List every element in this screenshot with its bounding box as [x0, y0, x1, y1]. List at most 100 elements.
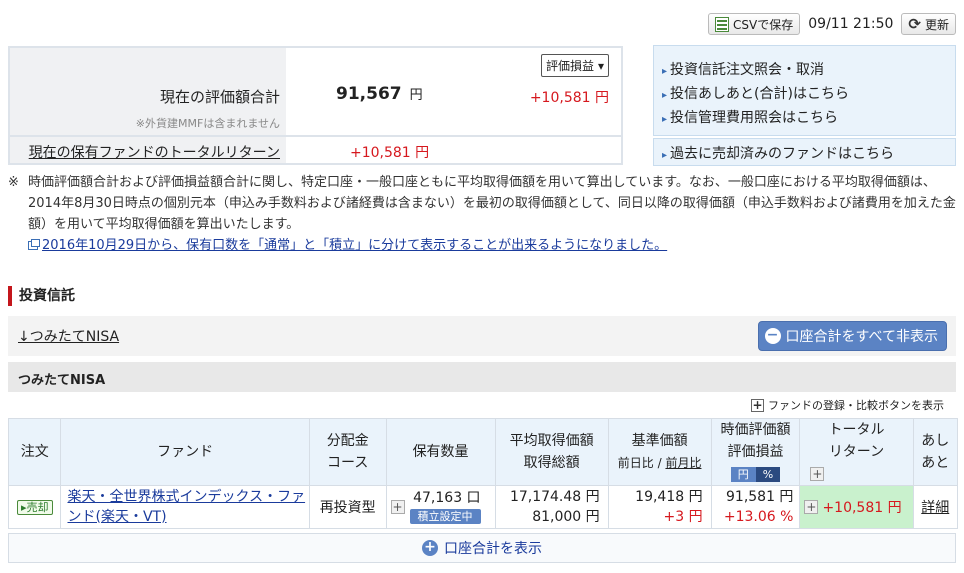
- section-title: 投資信託: [8, 286, 75, 306]
- order-cell: ▸売却: [7, 485, 62, 529]
- past-funds-link[interactable]: ▸ 過去に売却済みのファンドはこちら: [662, 143, 947, 167]
- eval-total-label: 現在の評価額合計: [159, 88, 280, 106]
- eval-mode-value: 評価損益: [545, 59, 594, 73]
- eval-mode-select[interactable]: 評価損益 ▾: [540, 54, 609, 77]
- col-market-value: 時価評価額 評価損益 円%: [710, 418, 801, 486]
- avg-price-cell: 17,174.48 円 81,000 円: [494, 485, 609, 529]
- last-updated-time: 09/11 21:50: [808, 16, 894, 32]
- csv-save-button[interactable]: CSVで保存: [708, 13, 801, 35]
- refresh-label: 更新: [924, 17, 949, 32]
- refresh-button[interactable]: ⟳ 更新: [901, 13, 956, 35]
- col-base-line1: 基準価額: [631, 433, 688, 449]
- base-sep: /: [653, 456, 666, 470]
- eval-total-unit: 円: [409, 88, 423, 103]
- footprint-cell: 詳細: [912, 485, 958, 529]
- display-change-notice-link[interactable]: 2016年10月29日から、保有口数を「通常」と「積立」に分けて表示することが出…: [28, 235, 667, 256]
- minus-circle-icon: −: [764, 328, 781, 344]
- arrow-right-icon: ▸: [662, 90, 668, 101]
- sell-button[interactable]: ▸売却: [16, 500, 53, 515]
- base-price-value: 19,418 円: [635, 489, 703, 505]
- fee-inquiry-link[interactable]: ▸ 投信管理費用照会はこちら: [662, 107, 947, 131]
- base-price-cell: 19,418 円 +3 円: [607, 485, 712, 529]
- quick-links-panel: ▸ 投資信託注文照会・取消 ▸ 投信あしあと(合計)はこちら ▸ 投信管理費用照会はこ…: [653, 45, 956, 167]
- summary-value-cell: 評価損益 ▾ 91,567 円 +10,581 円: [286, 48, 621, 135]
- note-mark: ※: [8, 175, 19, 190]
- col-base-price: 基準価額 前日比 / 前月比: [607, 418, 712, 486]
- total-return-link[interactable]: 現在の保有ファンドのトータルリターン: [29, 142, 280, 162]
- plus-icon: +: [751, 397, 764, 412]
- col-footprint: あし あと: [912, 418, 958, 486]
- note-text: 時価評価額合計および評価損益額合計に関し、特定口座・一般口座ともに平均取得価額を…: [28, 175, 956, 232]
- yen-pct-toggle: 円%: [730, 467, 781, 482]
- col-avg-line1: 平均取得価額: [509, 433, 594, 449]
- quick-links-top: ▸ 投資信託注文照会・取消 ▸ 投信あしあと(合計)はこちら ▸ 投信管理費用照会はこ…: [653, 45, 956, 136]
- eval-total: 91,567 円: [336, 84, 423, 104]
- quantity-value: 47,163 口: [413, 490, 481, 506]
- fund-name-link[interactable]: 楽天・全世界株式インデックス・ファンド(楽天・VT): [67, 489, 305, 525]
- tsumitate-badge[interactable]: 積立設定中: [409, 509, 481, 524]
- col-mkt-line1: 時価評価額: [720, 422, 791, 438]
- col-dist-line2: コース: [327, 455, 369, 471]
- hide-all-totals-button[interactable]: − 口座合計をすべて非表示: [757, 321, 947, 351]
- col-tr-line2: リターン: [828, 444, 885, 460]
- col-base-line2: 前日比 / 前月比: [609, 452, 711, 474]
- expand-icon[interactable]: +: [810, 467, 825, 481]
- top-toolbar: CSVで保存 09/11 21:50 ⟳ 更新: [708, 12, 956, 36]
- dist-course-cell: 再投資型: [308, 485, 387, 529]
- avg-price-value: 17,174.48 円: [509, 489, 600, 505]
- display-change-notice-label: 2016年10月29日から、保有口数を「通常」と「積立」に分けて表示することが出…: [42, 238, 668, 253]
- total-return-label-cell: 現在の保有ファンドのトータルリターン: [10, 137, 286, 163]
- fee-inquiry-label: 投信管理費用照会はこちら: [670, 110, 839, 126]
- account-header: つみたてNISA: [8, 362, 956, 392]
- fund-cell: 楽天・全世界株式インデックス・ファンド(楽天・VT): [60, 485, 310, 529]
- expand-quantity-icon[interactable]: +: [390, 500, 405, 514]
- tsumitate-nisa-anchor-link[interactable]: ↓つみたてNISA: [18, 326, 119, 346]
- col-avg-line2: 取得総額: [523, 455, 580, 471]
- col-total-return: トータル リターン +: [799, 418, 914, 486]
- eval-total-value: 91,567: [336, 84, 402, 104]
- order-inquiry-label: 投資信託注文照会・取消: [670, 62, 825, 78]
- new-window-icon: [28, 239, 40, 250]
- eval-gain-value: +10,581 円: [529, 90, 609, 106]
- prev-month-link[interactable]: 前月比: [665, 456, 701, 470]
- chevron-down-icon: ▾: [597, 58, 604, 73]
- refresh-icon: ⟳: [908, 15, 921, 33]
- total-return-row: 現在の保有ファンドのトータルリターン +10,581 円: [10, 135, 621, 163]
- spreadsheet-icon: [715, 16, 730, 32]
- arrow-right-icon: ▸: [662, 114, 668, 125]
- col-order: 注文: [7, 418, 62, 486]
- toggle-yen[interactable]: 円: [730, 467, 756, 482]
- past-funds-label: 過去に売却済みのファンドはこちら: [670, 146, 895, 162]
- footprint-label: 投信あしあと(合計)はこちら: [670, 86, 849, 102]
- expand-return-icon[interactable]: +: [804, 500, 819, 514]
- prev-day-label: 前日比: [617, 456, 654, 470]
- total-return-value: +10,581 円: [350, 145, 430, 161]
- total-return-row-value: +10,581 円: [822, 500, 902, 516]
- csv-save-label: CSVで保存: [733, 17, 794, 32]
- order-inquiry-link[interactable]: ▸ 投資信託注文照会・取消: [662, 59, 947, 83]
- total-cost-value: 81,000 円: [532, 509, 600, 525]
- col-ash-line1: あし: [921, 433, 950, 449]
- col-quantity: 保有数量: [385, 418, 496, 486]
- col-avg-price: 平均取得価額 取得総額: [494, 418, 609, 486]
- show-account-total-button[interactable]: + 口座合計を表示: [8, 533, 956, 563]
- plus-circle-icon: +: [422, 540, 438, 556]
- arrow-right-icon: ▸: [662, 66, 668, 77]
- col-mkt-line2: 評価損益: [727, 444, 784, 460]
- quick-links-bottom: ▸ 過去に売却済みのファンドはこちら: [653, 138, 956, 166]
- toggle-pct[interactable]: %: [755, 467, 781, 482]
- holdings-table: 注文 ファンド 分配金 コース 保有数量 平均取得価額 取得総額 基準価額 前日…: [7, 418, 958, 529]
- compare-buttons-toggle[interactable]: + ファンドの登録・比較ボタンを表示: [751, 397, 944, 413]
- eval-pct-value: +13.06 %: [723, 509, 794, 525]
- col-dist-course: 分配金 コース: [308, 418, 387, 486]
- market-value: 91,581 円: [726, 489, 794, 505]
- summary-label-cell: 現在の評価額合計 ※外貨建MMFは含まれません: [10, 48, 286, 135]
- col-dist-line1: 分配金: [326, 433, 369, 449]
- quantity-cell: + 47,163 口 積立設定中: [385, 485, 496, 529]
- calculation-notes: ※ 時価評価額合計および評価損益額合計に関し、特定口座・一般口座ともに平均取得価…: [8, 172, 958, 257]
- footprint-link[interactable]: ▸ 投信あしあと(合計)はこちら: [662, 83, 947, 107]
- account-anchor-bar: ↓つみたてNISA − 口座合計をすべて非表示: [8, 316, 956, 356]
- compare-toggle-label: ファンドの登録・比較ボタンを表示: [768, 399, 944, 412]
- detail-link[interactable]: 詳細: [921, 500, 949, 516]
- valuation-summary: 現在の評価額合計 ※外貨建MMFは含まれません 評価損益 ▾ 91,567 円 +…: [8, 46, 623, 165]
